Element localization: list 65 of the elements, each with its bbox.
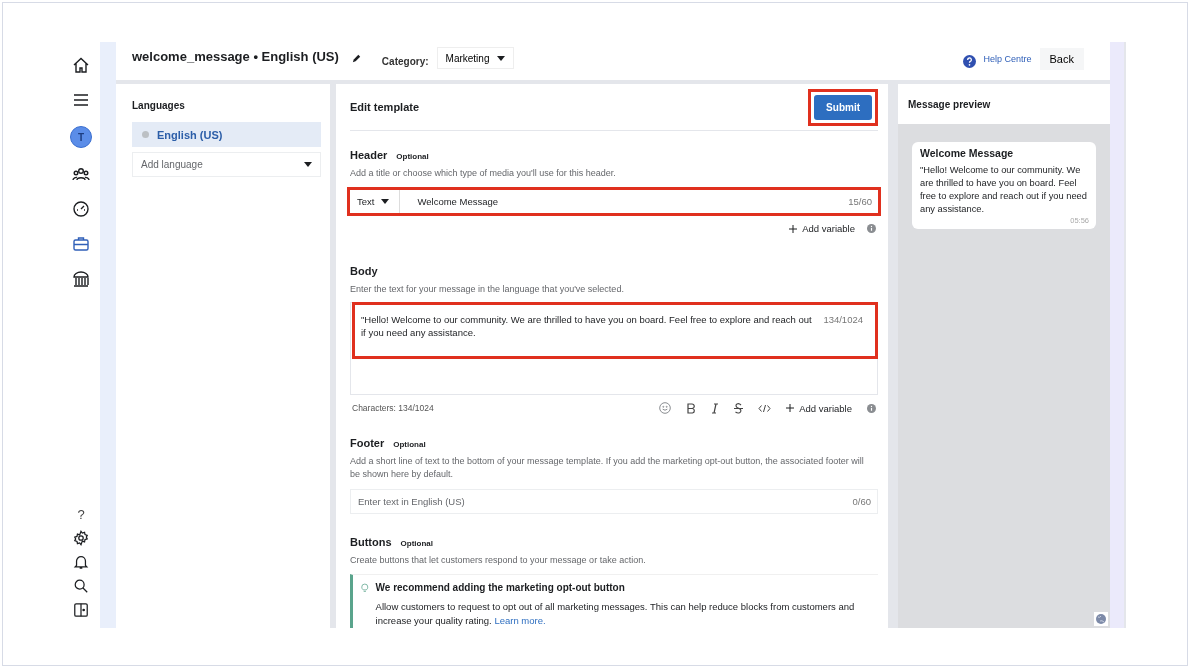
header-heading: Header — [350, 149, 388, 161]
bell-icon[interactable] — [73, 554, 89, 570]
globe-icon[interactable] — [1094, 612, 1108, 626]
body-heading: Body — [350, 265, 378, 277]
recommendation-title: We recommend adding the marketing opt-out button — [375, 582, 626, 593]
help-centre-link[interactable]: Help Centre — [983, 53, 1032, 64]
gauge-icon[interactable] — [72, 200, 90, 218]
body-text-area[interactable]: "Hello! Welcome to our community. We are thrilled to have you on board. Feel free to explore and reach out if you need any assistance. 134/1024 — [350, 302, 878, 395]
bubble-text: "Hello! Welcome to our community. We are thrilled to have you on board. Feel free to explore and reach out if you need any assistance. — [920, 164, 1088, 216]
language-item[interactable]: English (US) — [132, 122, 321, 147]
buttons-description: Create buttons that let customers respond to your message or take action. — [350, 554, 647, 567]
bank-icon[interactable] — [72, 270, 90, 288]
bold-icon[interactable] — [686, 402, 697, 414]
strikethrough-icon[interactable] — [734, 402, 744, 414]
add-variable-link[interactable]: Add variable — [789, 223, 855, 234]
lightbulb-icon — [361, 582, 369, 594]
header-field[interactable]: Text Welcome Message 15/60 — [347, 187, 881, 216]
home-icon[interactable] — [72, 56, 90, 74]
caret-icon — [381, 199, 390, 204]
help-icon[interactable]: ? — [77, 507, 85, 522]
plus-icon — [786, 404, 795, 412]
plus-icon — [789, 224, 798, 233]
panel-icon[interactable] — [73, 602, 89, 618]
people-icon[interactable] — [72, 165, 90, 183]
settings-icon[interactable] — [73, 530, 89, 546]
learn-more-link[interactable]: Learn more. — [494, 615, 546, 626]
add-variable-link[interactable]: Add variable — [786, 402, 852, 414]
add-language-dropdown[interactable]: Add language — [132, 152, 321, 177]
character-counter: 134/1024 — [823, 313, 864, 327]
character-count: Characters: 134/1024 — [352, 403, 434, 413]
emoji-icon[interactable] — [659, 402, 672, 414]
footer-description: Add a short line of text to the bottom of your message template. If you add the marketing opt-out button, the associated footer will be shown here by default. — [350, 455, 865, 481]
category-dropdown[interactable]: Marketing — [436, 47, 515, 69]
header-text: Welcome Message — [416, 196, 500, 207]
preview-heading: Message preview — [898, 84, 1110, 124]
footer-heading: Footer — [350, 437, 385, 449]
body-description: Enter the text for your message in the language that you've selected. — [350, 283, 625, 296]
footer-input[interactable]: Enter text in English (US) 0/60 — [350, 489, 878, 514]
info-icon[interactable] — [867, 224, 876, 233]
character-counter: 15/60 — [848, 196, 873, 207]
languages-heading: Languages — [132, 100, 186, 111]
header-description: Add a title or choose which type of media you'll use for this header. — [350, 167, 617, 180]
submit-button[interactable]: Submit — [814, 94, 872, 120]
recommendation-text: Allow customers to request to opt out of all marketing messages. This can help reduce blocks from customers and increase your quality rating. Learn more. — [375, 600, 856, 628]
body-text: "Hello! Welcome to our community. We are thrilled to have you on board. Feel free to explore and reach out if you need any assistance. — [361, 313, 813, 340]
caret-icon — [497, 55, 506, 61]
briefcase-icon[interactable] — [72, 235, 90, 253]
italic-icon[interactable] — [711, 402, 720, 414]
buttons-heading: Buttons — [350, 536, 392, 548]
optional-label: Optional — [400, 539, 433, 548]
caret-icon — [304, 162, 312, 167]
editor-title: Edit template — [350, 101, 420, 113]
optional-label: Optional — [396, 152, 429, 161]
bubble-title: Welcome Message — [920, 147, 1015, 159]
category-label: Category: — [381, 55, 429, 67]
optional-label: Optional — [393, 440, 426, 449]
help-icon[interactable] — [962, 54, 976, 68]
media-type-dropdown[interactable]: Text — [350, 190, 401, 213]
template-title: welcome_message • English (US) — [132, 48, 339, 64]
info-icon[interactable] — [867, 403, 876, 413]
back-button[interactable]: Back — [1039, 47, 1084, 70]
menu-icon[interactable] — [72, 91, 90, 109]
pencil-icon[interactable] — [350, 52, 362, 64]
search-icon[interactable] — [73, 578, 89, 594]
code-icon[interactable] — [758, 403, 772, 413]
